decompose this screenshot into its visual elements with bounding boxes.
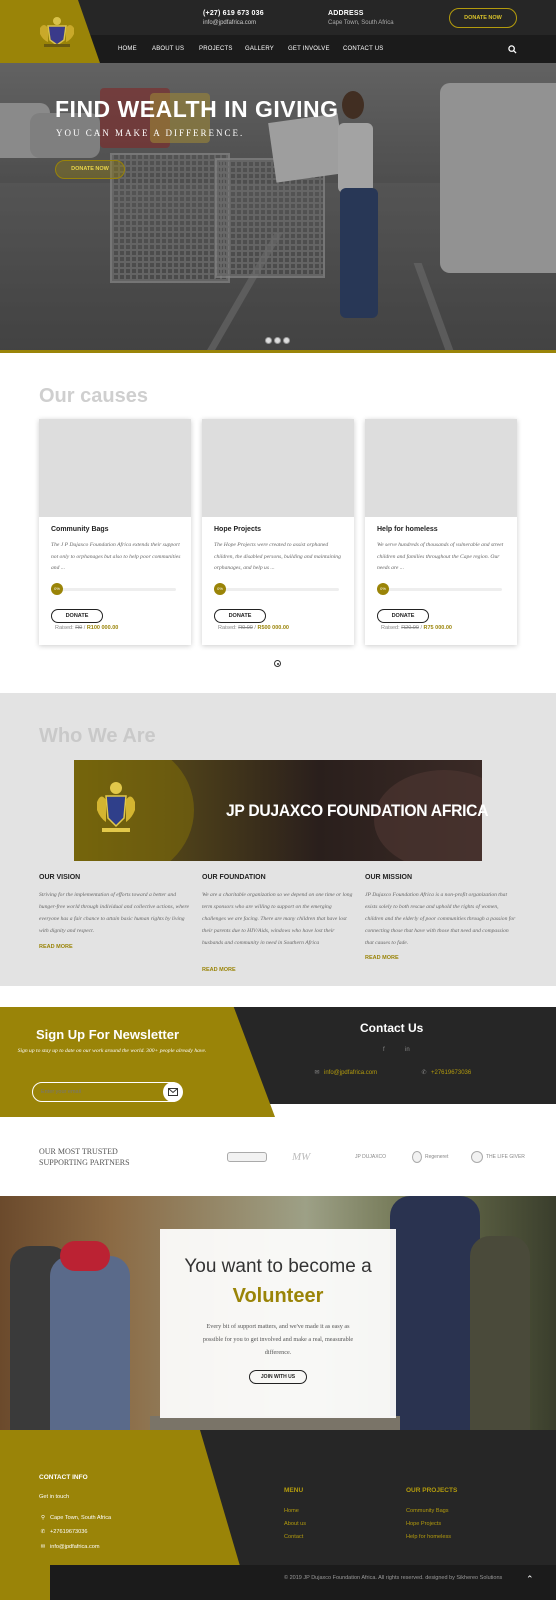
progress-label: 0%: [214, 583, 226, 595]
nav-gallery[interactable]: GALLERY: [245, 46, 274, 52]
footer-link-community-bags[interactable]: Community Bags: [406, 1508, 449, 1514]
newsletter-text: Sign up to stay up to date on our work a…: [17, 1048, 207, 1054]
hero-divider: [0, 350, 556, 353]
nav-get-involve[interactable]: GET INVOLVE: [288, 46, 330, 52]
footer-projects-heading: OUR PROJECTS: [406, 1487, 458, 1494]
foundation-text: We are a charitable organization so we d…: [202, 892, 353, 946]
nav-home[interactable]: HOME: [118, 46, 137, 52]
header-phone[interactable]: (+27) 619 673 036: [203, 10, 264, 17]
partner-logo-jp-dujaxco[interactable]: JP DUJAXCO: [355, 1146, 386, 1168]
cause-image[interactable]: [39, 419, 191, 517]
nav-projects[interactable]: PROJECTS: [199, 46, 233, 52]
partner-logo-mw[interactable]: MW: [292, 1146, 310, 1168]
send-mail-icon[interactable]: [163, 1082, 183, 1102]
cause-title[interactable]: Help for homeless: [377, 526, 438, 533]
raised-amount: Raised: R0.00 / R500 000.00: [218, 625, 289, 631]
footer-bottom-gold: [0, 1565, 50, 1600]
search-icon[interactable]: [508, 45, 517, 54]
slider-dot-2[interactable]: [274, 337, 281, 344]
footer-phone[interactable]: ✆ +27619673036: [39, 1529, 88, 1535]
phone-icon: ✆: [40, 1529, 46, 1535]
footer-menu-heading: MENU: [284, 1487, 304, 1494]
newsletter-title: Sign Up For Newsletter: [36, 1027, 180, 1042]
foundation-heading: OUR FOUNDATION: [202, 874, 266, 881]
mail-icon: ✉: [40, 1544, 46, 1550]
volunteer-line2: Volunteer: [232, 1285, 324, 1307]
footer-email[interactable]: ✉ info@jpdfafrica.com: [39, 1544, 100, 1550]
footer-link-contact[interactable]: Contact: [284, 1534, 303, 1540]
progress-bar: [377, 588, 502, 591]
nav-contact-us[interactable]: CONTACT US: [343, 46, 383, 52]
header-email[interactable]: info@jpdfafrica.com: [203, 20, 256, 26]
hero-donate-button[interactable]: DONATE NOW: [55, 160, 125, 179]
footer-contact-heading: CONTACT INFO: [39, 1474, 88, 1481]
facebook-icon[interactable]: f: [383, 1047, 385, 1053]
cause-text: The Hope Projects were created to assist…: [214, 542, 341, 571]
cause-card: Help for homeless We serve hundreds of t…: [365, 419, 517, 645]
hero-title: FIND WEALTH IN GIVING: [55, 96, 339, 122]
slider-dot-3[interactable]: [283, 337, 290, 344]
location-icon: ⚲: [40, 1515, 46, 1521]
foundation-logo[interactable]: [38, 14, 76, 48]
mission-read-more-link[interactable]: READ MORE: [365, 955, 399, 961]
contact-email[interactable]: ✉ info@jpdfafrica.com: [313, 1069, 377, 1076]
donate-button[interactable]: DONATE: [214, 609, 266, 623]
join-with-us-button[interactable]: JOIN WITH US: [249, 1370, 307, 1384]
cause-text: We serve hundreds of thousands of vulner…: [377, 542, 504, 571]
linkedin-icon[interactable]: in: [405, 1047, 410, 1053]
volunteer-line1: You want to become a: [184, 1256, 372, 1277]
donate-button[interactable]: DONATE: [377, 609, 429, 623]
cause-title[interactable]: Community Bags: [51, 526, 109, 533]
footer-link-about-us[interactable]: About us: [284, 1521, 306, 1527]
progress-bar: [214, 588, 339, 591]
volunteer-text: Every bit of support matters, and we've …: [202, 1323, 354, 1356]
mission-heading: OUR MISSION: [365, 874, 413, 881]
partners-heading: OUR MOST TRUSTED SUPPORTING PARTNERS: [39, 1147, 130, 1167]
footer-link-help-for-homeless[interactable]: Help for homeless: [406, 1534, 451, 1540]
cause-text: The J P Dujaxco Foundation Africa extend…: [51, 542, 181, 571]
progress-label: 0%: [377, 583, 389, 595]
causes-pager-dot[interactable]: [274, 660, 281, 667]
nav-about-us[interactable]: ABOUT US: [152, 46, 184, 52]
vision-text: Striving for the implementation of effor…: [39, 892, 189, 934]
partner-logo-regeneret[interactable]: Regeneret: [412, 1146, 448, 1168]
cause-image[interactable]: [202, 419, 354, 517]
vision-read-more-link[interactable]: READ MORE: [39, 944, 73, 950]
donate-now-button[interactable]: DONATE NOW: [449, 8, 517, 28]
slider-dot-1[interactable]: [265, 337, 272, 344]
mail-icon: ✉: [314, 1070, 320, 1076]
foundation-read-more-link[interactable]: READ MORE: [202, 967, 236, 973]
back-to-top-icon[interactable]: ⌃: [526, 1574, 534, 1585]
newsletter-email-input[interactable]: [32, 1082, 182, 1102]
contact-title: Contact Us: [360, 1021, 424, 1035]
hero-subtitle: YOU CAN MAKE A DIFFERENCE.: [56, 128, 245, 138]
causes-title: Our causes: [39, 385, 148, 407]
partner-logo-the-life-giver[interactable]: THE LIFE GIVER: [471, 1146, 525, 1168]
footer-address: ⚲ Cape Town, South Africa: [40, 1515, 112, 1521]
phone-icon: ✆: [421, 1070, 427, 1076]
partner-logo-1[interactable]: [227, 1146, 270, 1168]
banner-logo-crest: [97, 782, 135, 832]
who-title: Who We Are: [39, 725, 156, 747]
vision-heading: OUR VISION: [39, 874, 81, 881]
footer-get-in-touch: Get in touch: [39, 1494, 70, 1500]
cause-image[interactable]: [365, 419, 517, 517]
cause-title[interactable]: Hope Projects: [214, 526, 261, 533]
footer-link-hope-projects[interactable]: Hope Projects: [406, 1521, 441, 1527]
header-address: Cape Town, South Africa: [328, 20, 394, 26]
cause-card: Community Bags The J P Dujaxco Foundatio…: [39, 419, 191, 645]
header-address-label: ADDRESS: [328, 10, 364, 17]
raised-amount: Raised: R20.00 / R75 000.00: [381, 625, 452, 631]
donate-button[interactable]: DONATE: [51, 609, 103, 623]
footer-link-home[interactable]: Home: [284, 1508, 299, 1514]
progress-bar: [51, 588, 176, 591]
banner-text: JP DUJAXCO FOUNDATION AFRICA: [226, 801, 489, 820]
progress-label: 0%: [51, 583, 63, 595]
cause-card: Hope Projects The Hope Projects were cre…: [202, 419, 354, 645]
raised-amount: Raised: R0 / R100 000.00: [55, 625, 119, 631]
mission-text: JP Dujaxco Foundation Africa is a non-pr…: [365, 892, 516, 946]
contact-phone[interactable]: ✆ +27619673036: [420, 1069, 471, 1076]
copyright: © 2019 JP Dujaxco Foundation Africa. All…: [284, 1575, 503, 1581]
